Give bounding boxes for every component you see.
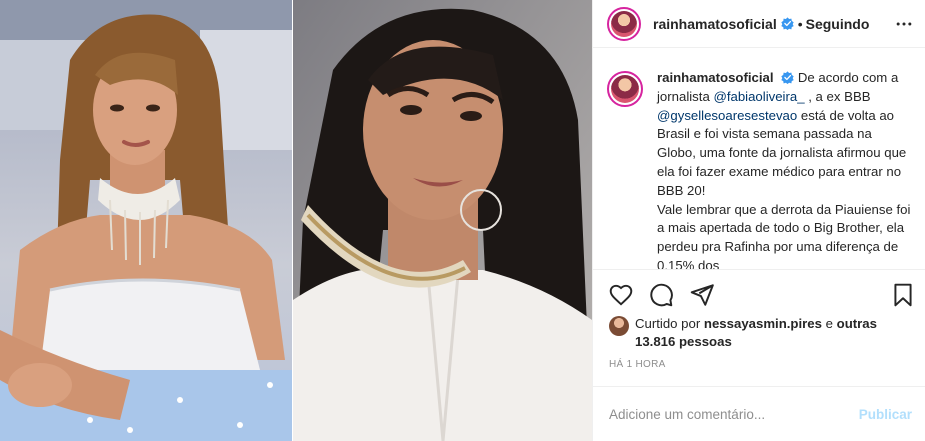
post-image[interactable] xyxy=(0,0,592,441)
comment-input[interactable] xyxy=(609,406,859,422)
following-button[interactable]: Seguindo xyxy=(806,16,870,32)
likes-middle: e xyxy=(825,316,833,331)
comment-bubble-icon[interactable] xyxy=(648,282,674,308)
verified-badge-icon xyxy=(781,71,794,84)
paper-plane-icon[interactable] xyxy=(689,282,715,308)
more-options-icon[interactable] xyxy=(894,14,914,34)
caption-part-2: , a ex BBB xyxy=(808,88,871,104)
mention-link-fabiaoliveira[interactable]: @fabiaoliveira_ xyxy=(713,89,804,104)
likes-prefix: Curtido por xyxy=(635,316,701,331)
post-timestamp[interactable]: HÁ 1 HORA xyxy=(609,359,666,370)
liker-username[interactable]: nessayasmin.pires xyxy=(704,316,822,331)
photo-right xyxy=(293,0,592,441)
header-separator: • xyxy=(797,15,803,32)
post-actions-bar xyxy=(593,269,925,313)
comment-form: Publicar xyxy=(593,386,925,441)
publish-button[interactable]: Publicar xyxy=(859,407,912,422)
caption-text: rainhamatosoficial De acordo com a jorna… xyxy=(657,69,912,269)
post-side-panel: rainhamatosoficial • Seguindo rainhamato… xyxy=(592,0,925,441)
photo-left xyxy=(0,0,292,441)
liker-avatar[interactable] xyxy=(609,316,629,336)
caption-author-avatar[interactable] xyxy=(607,71,643,107)
author-avatar[interactable] xyxy=(607,6,641,41)
mention-link-gysellesoaresestevao[interactable]: @gysellesoaresestevao xyxy=(657,108,797,123)
heart-icon[interactable] xyxy=(608,282,634,308)
likes-summary: Curtido por nessayasmin.pires e outras 1… xyxy=(609,315,919,351)
author-username[interactable]: rainhamatosoficial xyxy=(653,16,777,32)
caption-section: rainhamatosoficial De acordo com a jorna… xyxy=(593,49,925,269)
bookmark-icon[interactable] xyxy=(890,282,916,308)
verified-badge-icon xyxy=(781,17,794,30)
caption-username[interactable]: rainhamatosoficial xyxy=(657,70,774,85)
likes-text: Curtido por nessayasmin.pires e outras 1… xyxy=(635,315,919,351)
post-header: rainhamatosoficial • Seguindo xyxy=(593,0,925,48)
